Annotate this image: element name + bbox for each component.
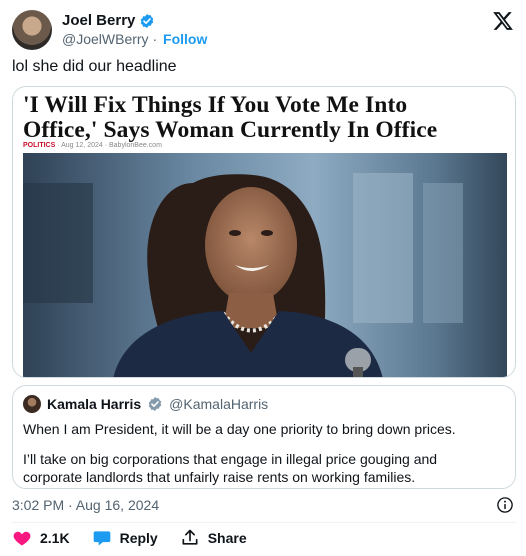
article-photo bbox=[23, 153, 507, 377]
like-count: 2.1K bbox=[40, 530, 70, 546]
like-button[interactable]: 2.1K bbox=[12, 528, 70, 548]
verified-badge-icon bbox=[141, 13, 154, 28]
quoted-avatar bbox=[23, 395, 41, 413]
author-display-name[interactable]: Joel Berry bbox=[62, 12, 135, 29]
reply-bubble-icon bbox=[93, 531, 110, 546]
share-button[interactable]: Share bbox=[180, 528, 247, 548]
article-category: POLITICS bbox=[23, 142, 56, 149]
article-meta: POLITICS · Aug 12, 2024 · BabylonBee.com bbox=[23, 142, 162, 149]
tweet-timestamp[interactable]: 3:02 PM · Aug 16, 2024 bbox=[12, 497, 159, 513]
photo-illustration bbox=[23, 153, 507, 377]
article-headline: 'I Will Fix Things If You Vote Me Into O… bbox=[23, 93, 509, 143]
reply-button[interactable]: Reply bbox=[92, 528, 158, 548]
reply-label: Reply bbox=[119, 530, 158, 546]
gov-verified-badge-icon bbox=[148, 397, 162, 411]
divider bbox=[12, 522, 516, 523]
follow-button[interactable]: Follow bbox=[163, 31, 207, 47]
headline-line-2: Office,' Says Woman Currently In Office bbox=[23, 117, 438, 143]
tweet-header: Joel Berry @JoelWBerry · Follow bbox=[12, 10, 516, 50]
share-icon bbox=[182, 529, 198, 545]
share-label: Share bbox=[207, 530, 247, 546]
separator: · bbox=[152, 31, 158, 47]
x-logo-icon[interactable] bbox=[492, 10, 514, 32]
info-icon[interactable] bbox=[496, 496, 514, 514]
quoted-tweet-header: Kamala Harris @KamalaHarris bbox=[23, 395, 268, 413]
quoted-text-line-2: I’ll take on big corporations that engag… bbox=[23, 451, 438, 485]
quoted-text-line-1: When I am President, it will be a day on… bbox=[23, 421, 456, 437]
tweet-text: lol she did our headline bbox=[12, 58, 177, 75]
article-meta-rest: · Aug 12, 2024 · BabylonBee.com bbox=[55, 142, 162, 149]
author-name-row: Joel Berry bbox=[62, 12, 155, 29]
action-bar: 2.1K Reply Share bbox=[12, 528, 269, 548]
author-handle-row: @JoelWBerry · Follow bbox=[62, 31, 207, 47]
author-handle[interactable]: @JoelWBerry bbox=[62, 31, 149, 47]
quoted-display-name: Kamala Harris bbox=[47, 396, 142, 412]
headline-line-1: 'I Will Fix Things If You Vote Me Into bbox=[23, 92, 408, 118]
quoted-tweet[interactable]: Kamala Harris @KamalaHarris When I am Pr… bbox=[12, 385, 516, 489]
avatar[interactable] bbox=[12, 10, 52, 50]
heart-icon bbox=[13, 531, 31, 546]
link-card[interactable]: 'I Will Fix Things If You Vote Me Into O… bbox=[12, 86, 516, 378]
quoted-handle: @KamalaHarris bbox=[169, 396, 269, 412]
